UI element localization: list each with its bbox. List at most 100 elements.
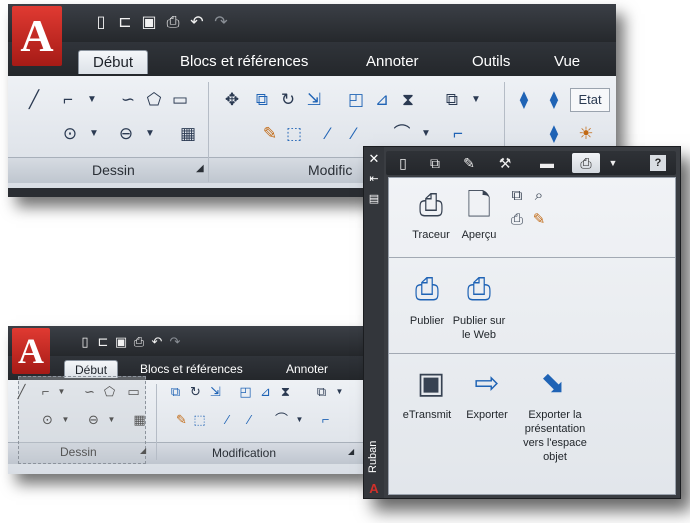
tab-annoter[interactable]: Annoter: [366, 50, 419, 74]
plotter-icon[interactable]: ⎙: [413, 188, 449, 224]
copy-icon[interactable]: ⧉: [250, 88, 274, 112]
monitor-icon[interactable]: ▬: [536, 153, 558, 173]
line-icon[interactable]: ╱: [22, 88, 46, 112]
printer-icon[interactable]: ⎙: [572, 153, 600, 173]
new-icon[interactable]: ▯: [78, 333, 92, 351]
publish-web-label[interactable]: Publier sur le Web: [449, 314, 509, 342]
chevron-down-icon[interactable]: ▼: [138, 122, 162, 146]
properties-icon[interactable]: ▤: [366, 191, 382, 207]
explode-icon[interactable]: ⬚: [282, 122, 306, 146]
layer-state-icon[interactable]: ⧫: [542, 88, 566, 112]
layers-icon[interactable]: ⧉: [424, 153, 446, 173]
trim-icon[interactable]: ⇲: [206, 382, 225, 401]
rotate-icon[interactable]: ↻: [186, 382, 205, 401]
polygon-icon[interactable]: ⬠: [142, 88, 166, 112]
undo-icon[interactable]: ↶: [150, 333, 164, 351]
chevron-down-icon[interactable]: ▼: [414, 122, 438, 146]
panel-expand-icon[interactable]: ◢: [196, 163, 204, 174]
save-icon[interactable]: ▣: [140, 14, 158, 32]
application-menu-icon[interactable]: A: [12, 6, 62, 66]
extend-icon[interactable]: ⁄: [240, 410, 259, 429]
chevron-down-icon[interactable]: ▼: [464, 88, 488, 112]
export-layout-label[interactable]: Exporter la présentation vers l'espace o…: [519, 408, 591, 464]
chevron-down-icon[interactable]: ▼: [330, 382, 349, 401]
join-icon[interactable]: ⌐: [316, 410, 335, 429]
hatch-icon[interactable]: ▦: [176, 122, 200, 146]
open-icon[interactable]: ⊏: [96, 333, 110, 351]
lightbulb-icon[interactable]: ☀: [574, 122, 598, 146]
view-details-icon[interactable]: ⌕: [529, 186, 549, 206]
spline-icon[interactable]: ∽: [116, 88, 140, 112]
join-icon[interactable]: ⌐: [446, 122, 470, 146]
tab-vue[interactable]: Vue: [554, 50, 580, 74]
print-icon[interactable]: ⎙: [164, 14, 182, 32]
open-icon[interactable]: ⊏: [116, 14, 134, 32]
trim-icon[interactable]: ⇲: [302, 88, 326, 112]
mirror-icon[interactable]: ⧗: [396, 88, 420, 112]
tab-annoter[interactable]: Annoter: [286, 360, 328, 378]
redo-icon[interactable]: ↷: [212, 14, 230, 32]
save-icon[interactable]: ▣: [114, 333, 128, 351]
copy-icon[interactable]: ⧉: [166, 382, 185, 401]
plotter-label[interactable]: Traceur: [401, 228, 461, 242]
layer-state-dropdown[interactable]: Etat: [570, 88, 610, 112]
move-icon[interactable]: ✥: [220, 88, 244, 112]
preview-icon[interactable]: 🗋: [461, 188, 497, 224]
brush-icon[interactable]: ✎: [458, 153, 480, 173]
circle-icon[interactable]: ⊙: [58, 122, 82, 146]
wrench-icon[interactable]: ⚒: [494, 153, 516, 173]
array-icon[interactable]: ⧉: [312, 382, 331, 401]
layer-match-icon[interactable]: ⧫: [542, 122, 566, 146]
array-icon[interactable]: ⧉: [440, 88, 464, 112]
chevron-down-icon[interactable]: ▼: [290, 410, 309, 429]
erase-icon[interactable]: ✎: [172, 410, 191, 429]
fillet-icon[interactable]: ◰: [344, 88, 368, 112]
polyline-icon[interactable]: ⌐: [56, 88, 80, 112]
arc-icon[interactable]: ⌒: [272, 410, 291, 429]
extend-icon[interactable]: ⁄: [342, 122, 366, 146]
tab-blocs-et-references[interactable]: Blocs et références: [180, 50, 308, 74]
rotate-icon[interactable]: ↻: [276, 88, 300, 112]
plot-style-icon[interactable]: ✎: [529, 210, 549, 230]
tab-debut[interactable]: Début: [78, 50, 149, 74]
layer-properties-icon[interactable]: ⧫: [512, 88, 536, 112]
publish-label[interactable]: Publier: [397, 314, 457, 328]
offset-icon[interactable]: ⁄: [316, 122, 340, 146]
export-layout-icon[interactable]: ⬊: [535, 366, 571, 402]
chevron-down-icon[interactable]: ▼: [602, 153, 624, 173]
arc-icon[interactable]: ⌒: [390, 122, 414, 146]
new-icon[interactable]: ▯: [92, 14, 110, 32]
erase-icon[interactable]: ✎: [258, 122, 282, 146]
tab-outils[interactable]: Outils: [472, 50, 510, 74]
print-icon[interactable]: ⎙: [132, 333, 146, 351]
explode-icon[interactable]: ⬚: [190, 410, 209, 429]
export-label[interactable]: Exporter: [459, 408, 515, 422]
help-icon[interactable]: ?: [650, 155, 666, 171]
chevron-down-icon[interactable]: ▼: [80, 88, 104, 112]
publish-icon[interactable]: ⎙: [409, 272, 445, 308]
application-menu-icon[interactable]: A: [12, 328, 50, 374]
plot-manager-icon[interactable]: ⎙: [507, 210, 527, 230]
ellipse-icon[interactable]: ⊖: [114, 122, 138, 146]
close-icon[interactable]: ✕: [366, 151, 382, 167]
publish-web-icon[interactable]: ⎙: [461, 272, 497, 308]
chevron-down-icon[interactable]: ▼: [82, 122, 106, 146]
preview-label[interactable]: Aperçu: [455, 228, 503, 242]
fillet-icon[interactable]: ◰: [236, 382, 255, 401]
stretch-icon[interactable]: ⊿: [370, 88, 394, 112]
page-setup-icon[interactable]: ⧉: [507, 186, 527, 206]
document-icon[interactable]: ▯: [392, 153, 414, 173]
rectangle-icon[interactable]: ▭: [168, 88, 192, 112]
etransmit-icon[interactable]: ▣: [413, 366, 449, 402]
export-icon[interactable]: ⇨: [469, 366, 505, 402]
offset-icon[interactable]: ⁄: [218, 410, 237, 429]
panel-expand-icon[interactable]: ◢: [348, 447, 354, 456]
tab-blocs-et-references[interactable]: Blocs et références: [140, 360, 243, 378]
stretch-icon[interactable]: ⊿: [256, 382, 275, 401]
redo-icon[interactable]: ↷: [168, 333, 182, 351]
pin-icon[interactable]: ⇤: [366, 171, 382, 187]
etransmit-label[interactable]: eTransmit: [397, 408, 457, 422]
panel-label-dessin: Dessin: [92, 162, 135, 178]
undo-icon[interactable]: ↶: [188, 14, 206, 32]
mirror-icon[interactable]: ⧗: [276, 382, 295, 401]
